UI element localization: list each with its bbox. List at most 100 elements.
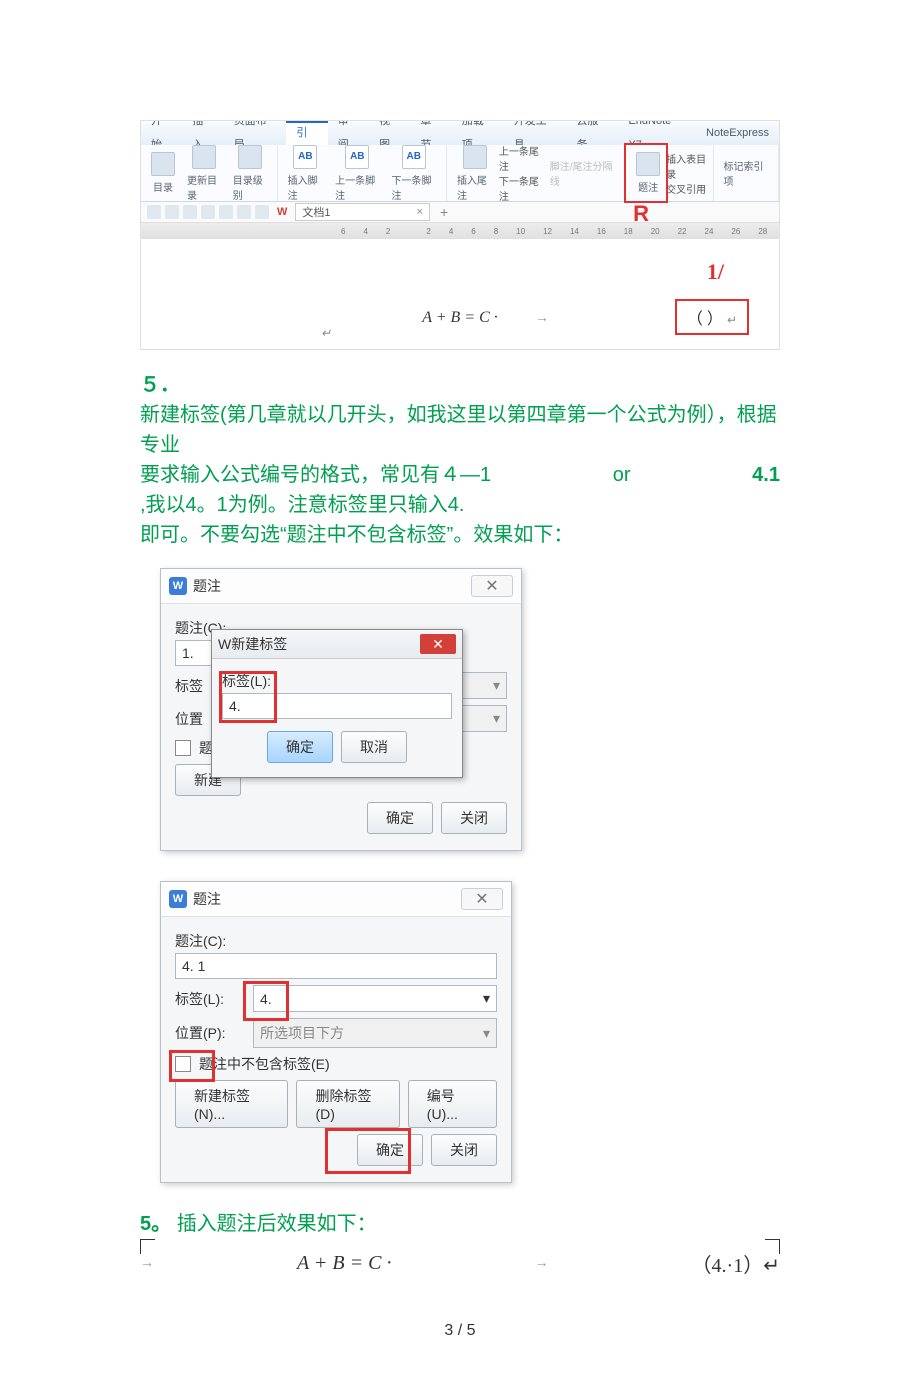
dialog1-titlebar: W 题注 ✕ [161,569,521,604]
dlg2-label-select[interactable]: 4. ▾ [253,985,497,1012]
step5b-num: 5。 [140,1213,171,1235]
dlg1-pos-label: 位置 [175,709,215,729]
dlg1-caption-input[interactable]: 1. [175,640,215,666]
dialog2-titlebar: W 题注 ✕ [161,882,511,917]
equation-result: A + B = C · [297,1252,391,1275]
dialog2-title: 题注 [193,889,221,909]
explanation-text: ５． 新建标签(第几章就以几开头，如我这里以第四章第一个公式为例），根据专业 要… [140,370,780,550]
prev-endnote[interactable]: 上一条尾注 [499,143,544,173]
dlg2-pos-select[interactable]: 所选项目下方 ▾ [253,1018,497,1048]
explain-line2a: 要求输入公式编号的格式，常见有４—1 [140,460,491,490]
tab-arrow-icon: → [535,311,549,327]
tab-arrow-icon: → [140,1256,154,1272]
new-label-title: 新建标签 [231,634,287,654]
mini-icon [183,205,197,219]
update-toc-icon [192,145,216,169]
step-5-number: ５． [140,374,180,396]
ab-next-icon: AB [402,145,426,169]
btn-toc-level[interactable]: 目录级别 [227,145,273,202]
insert-table-toc[interactable]: 插入表目录 [666,151,708,181]
mini-icon [165,205,179,219]
red-highlight-input-4 [219,671,277,723]
red-highlight-label-4 [243,981,289,1021]
explain-line2c: 4.1 [752,460,780,490]
dlg2-del-label-button[interactable]: 删除标签(D) [296,1080,399,1128]
doc-canvas: 1/ A + B = C · → （ ） ↵ ↵ [141,239,779,349]
mini-icon [237,205,251,219]
tab-noteexpress[interactable]: NoteExpress [696,121,779,145]
btn-toc-label: 目录 [153,179,173,194]
wps-screenshot: 开始 插入 页面布局 引用 审阅 视图 章节 加载项 开发工具 云服务 EndN… [140,120,780,350]
toc-icon [151,152,175,176]
tab-reference[interactable]: 引用 [286,121,327,145]
toc-level-icon [238,145,262,169]
btn-prev-footnote[interactable]: AB 上一条脚注 [329,145,385,202]
dialog1-title: 题注 [193,576,221,596]
btn-separator[interactable]: 脚注/尾注分隔线 [544,158,621,188]
cross-reference[interactable]: 交叉引用 [666,181,708,196]
new-label-dialog: W 新建标签 ✕ 标签(L): 4. 确定 取消 [211,629,463,778]
ribbon: 目录 更新目录 目录级别 AB 插入脚注 AB 上一条脚注 AB 下一条脚注 [141,145,779,202]
red-paren-box: （ ） ↵ [675,299,749,335]
wps-logo-icon: W [218,636,231,652]
endnote-icon [463,145,487,169]
ribbon-tabs: 开始 插入 页面布局 引用 审阅 视图 章节 加载项 开发工具 云服务 EndN… [141,121,779,145]
dlg1-close-button[interactable]: 关闭 [441,802,507,834]
btn-update-toc[interactable]: 更新目录 [181,145,227,202]
step5b-text: 5。 插入题注后效果如下： [140,1209,780,1239]
wps-logo-icon: W [169,577,187,595]
doc-tab[interactable]: 文档1 × [295,203,430,221]
explain-line1: 新建标签(第几章就以几开头，如我这里以第四章第一个公式为例），根据专业 [140,404,777,456]
mini-icon [201,205,215,219]
new-label-ok-button[interactable]: 确定 [267,731,333,763]
btn-insert-footnote[interactable]: AB 插入脚注 [282,145,330,202]
dialog2-close-button[interactable]: ✕ [461,888,503,910]
ruler: 64 2 24 68 1012 1416 1820 2224 2628 3032… [141,223,779,239]
step5b-body: 插入题注后效果如下： [177,1213,377,1235]
dialog1-close-button[interactable]: ✕ [471,575,513,597]
red-r-annotation: R [633,201,649,227]
dlg2-pos-value: 所选项目下方 [260,1023,344,1043]
btn-insert-footnote-label: 插入脚注 [288,172,324,202]
dlg2-caption-input[interactable]: 4. 1 [175,953,497,979]
ab-prev-icon: AB [345,145,369,169]
ab-icon: AB [293,145,317,169]
dlg2-exclude-label: 题注中不包含标签(E) [199,1054,330,1074]
btn-insert-endnote-label: 插入尾注 [457,172,493,202]
formula-result-row: → A + B = C · → （4.·1）↵ [140,1245,780,1282]
btn-next-footnote[interactable]: AB 下一条脚注 [386,145,442,202]
btn-insert-endnote[interactable]: 插入尾注 [451,145,499,202]
btn-toc[interactable]: 目录 [145,152,181,194]
dlg1-exclude-checkbox[interactable] [175,740,191,756]
doc-tab-add-icon[interactable]: + [440,204,448,220]
new-label-close-button[interactable]: ✕ [420,634,456,654]
btn-next-footnote-label: 下一条脚注 [392,172,436,202]
dlg2-number-button[interactable]: 编号(U)... [408,1080,497,1128]
red-1-slash: 1/ [707,259,724,285]
new-label-cancel-button[interactable]: 取消 [341,731,407,763]
explain-line4: 即可。不要勾选“题注中不包含标签”。效果如下： [140,524,573,546]
dlg2-close-button[interactable]: 关闭 [431,1134,497,1166]
mini-icon [255,205,269,219]
caption-dialog-1: W 题注 ✕ 题注(C): 1. 标签 ▾ 位置 ▾ 题 新建 确定 关闭 W … [160,568,522,851]
next-endnote[interactable]: 下一条尾注 [499,173,544,203]
wps-w-icon: W [277,206,287,218]
red-highlight-checkbox [169,1050,215,1082]
btn-mark-index[interactable]: 标记索引项 [718,158,775,188]
red-highlight-caption [624,143,668,203]
caption-dialog-2: W 题注 ✕ 题注(C): 4. 1 标签(L): 4. ▾ 位置(P): 所选… [160,881,512,1183]
dlg2-new-label-button[interactable]: 新建标签(N)... [175,1080,288,1128]
doc-tab-close-icon[interactable]: × [417,206,423,218]
btn-mark-index-label: 标记索引项 [724,158,769,188]
red-highlight-ok [325,1128,411,1174]
dlg1-ok-button[interactable]: 确定 [367,802,433,834]
btn-prev-footnote-label: 上一条脚注 [335,172,379,202]
tab-arrow-icon: → [535,1256,549,1272]
chevron-down-icon: ▾ [493,677,500,694]
dlg1-label-label: 标签 [175,676,215,696]
btn-toc-level-label: 目录级别 [233,172,267,202]
chevron-down-icon: ▾ [483,1025,490,1042]
dlg2-label-label: 标签(L): [175,989,245,1009]
return-mark-icon: ↵ [321,326,331,341]
mini-icon [219,205,233,219]
